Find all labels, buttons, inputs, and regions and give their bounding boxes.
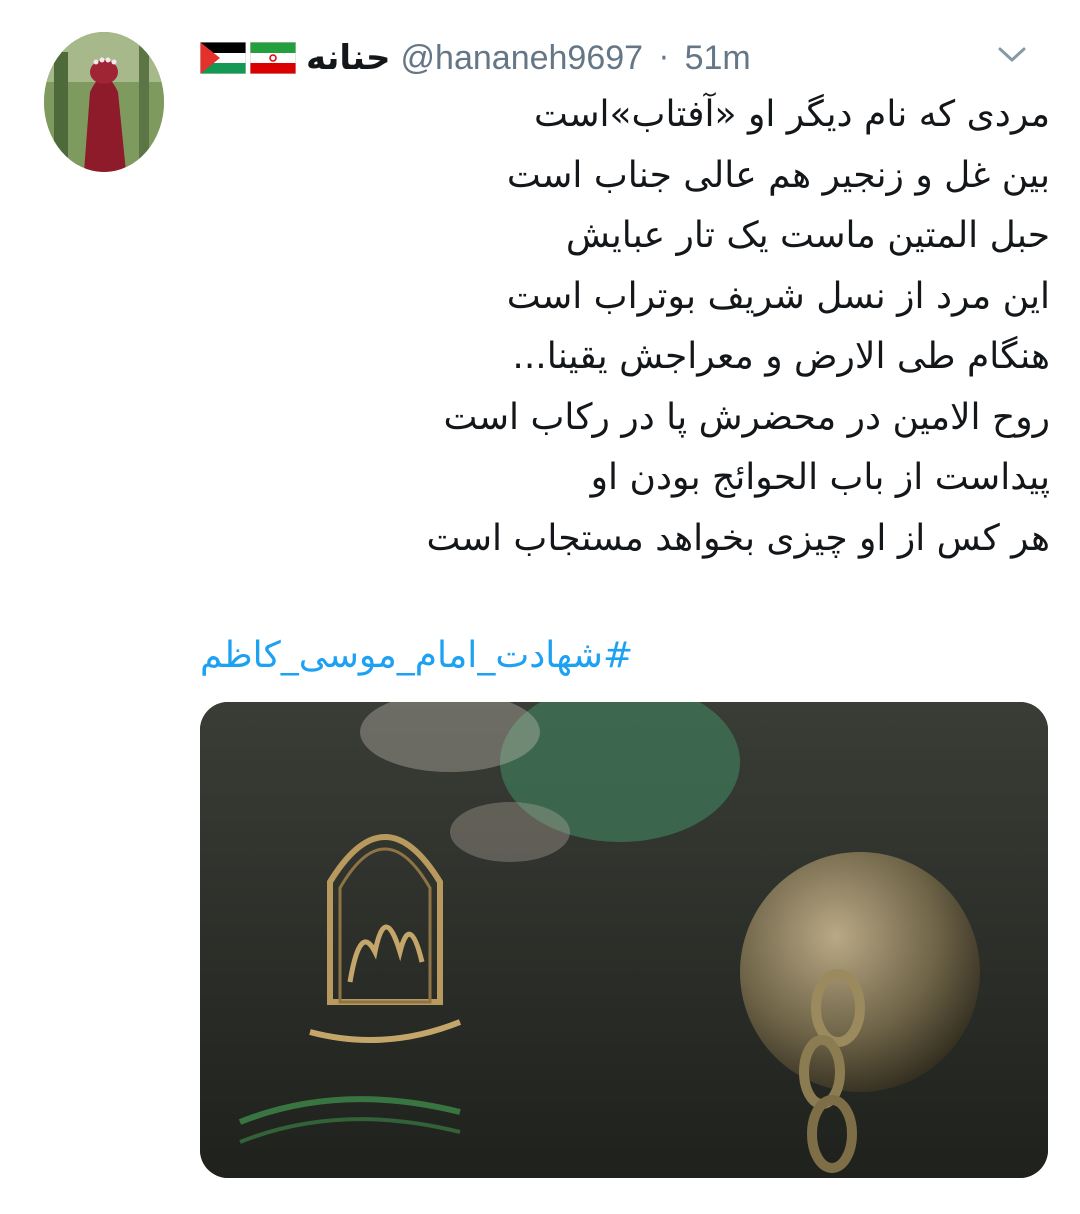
tweet-line: بین غل و زنجیر هم عالی جناب است	[506, 154, 1050, 196]
tweet-line: هنگام طی الارض و معراجش یقینا...	[512, 336, 1050, 377]
tweet-line: هر کس از او چیزی بخواهد مستجاب است	[426, 517, 1050, 559]
iran-flag-icon	[250, 42, 296, 74]
tweet-line: این مرد از نسل شریف بوتراب است	[506, 275, 1050, 317]
timestamp[interactable]: 51m	[685, 39, 751, 78]
tweet-text: مردی که نام دیگر او «آفتاب»است بین غل و …	[250, 85, 1050, 569]
tweet-line: حبل المتین ماست یک تار عبایش	[565, 215, 1050, 256]
hashtag-link[interactable]: #شهادت_امام_موسی_کاظم	[200, 626, 670, 686]
tweet-line: روح الامین در محضرش پا در رکاب است	[443, 396, 1050, 438]
chevron-down-icon[interactable]	[996, 38, 1028, 70]
tweet-header: حنانه @hananeh9697 · 51m	[200, 30, 1060, 86]
user-handle[interactable]: @hananeh9697	[401, 39, 644, 78]
palestine-flag-icon	[200, 42, 246, 74]
tweet-line: پیداست از باب الحوائج بودن او	[590, 457, 1050, 498]
tweet-media-image[interactable]	[200, 702, 1048, 1178]
tweet-line: مردی که نام دیگر او «آفتاب»است	[534, 94, 1050, 135]
display-name[interactable]: حنانه	[306, 38, 391, 78]
separator-dot: ·	[659, 40, 669, 76]
action-bar-edge	[0, 1204, 1080, 1214]
avatar[interactable]	[44, 32, 164, 172]
